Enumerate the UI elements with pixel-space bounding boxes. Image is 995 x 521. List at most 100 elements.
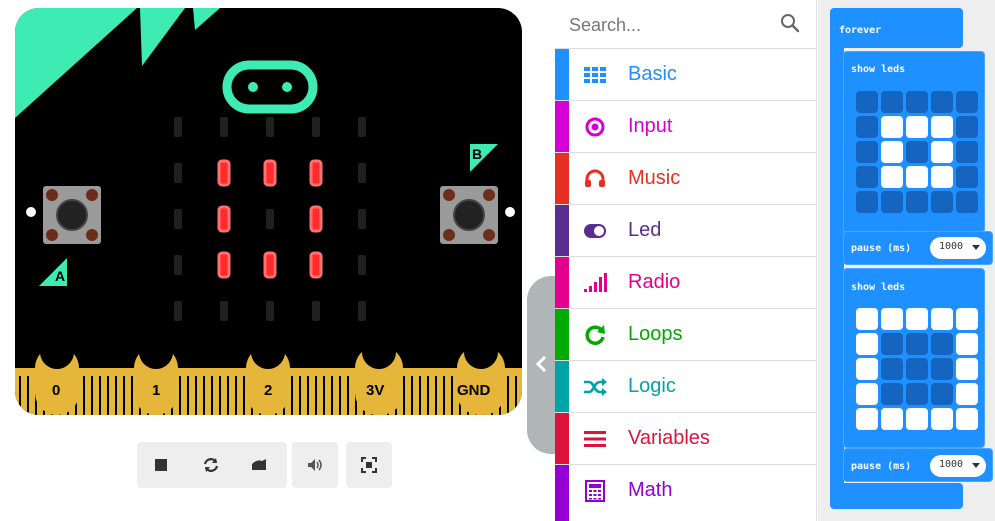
led-cell[interactable] xyxy=(881,333,903,355)
led-cell[interactable] xyxy=(931,308,953,330)
board-led xyxy=(358,117,366,137)
button-a[interactable] xyxy=(43,186,101,244)
led-cell[interactable] xyxy=(856,333,878,355)
pin-label-3v: 3V xyxy=(366,382,385,399)
led-cell[interactable] xyxy=(856,91,878,113)
button-b[interactable] xyxy=(440,186,498,244)
calculator-icon xyxy=(585,480,605,502)
led-cell[interactable] xyxy=(856,308,878,330)
led-cell[interactable] xyxy=(956,358,978,380)
pause-value-2: 1000 xyxy=(939,459,964,470)
pin-pad-0[interactable] xyxy=(35,335,79,415)
led-cell[interactable] xyxy=(856,383,878,405)
board-led xyxy=(220,117,228,137)
led-cell[interactable] xyxy=(856,166,878,188)
led-cell[interactable] xyxy=(906,408,928,430)
forever-block-spine xyxy=(830,40,844,495)
led-cell[interactable] xyxy=(881,383,903,405)
led-cell[interactable] xyxy=(956,408,978,430)
pause-value-dropdown-2[interactable]: 1000 xyxy=(930,455,986,477)
led-cell[interactable] xyxy=(906,191,928,213)
pin-pad-3[interactable] xyxy=(355,335,403,415)
led-cell[interactable] xyxy=(881,408,903,430)
restart-icon[interactable] xyxy=(201,455,221,475)
toolbox-search xyxy=(555,0,817,48)
pin-pad-4[interactable] xyxy=(457,335,505,415)
led-grid-1[interactable] xyxy=(856,91,978,213)
chevron-down-icon xyxy=(972,245,980,250)
search-input[interactable] xyxy=(569,12,769,38)
button-a-edge-marker xyxy=(26,207,36,217)
led-cell[interactable] xyxy=(956,141,978,163)
led-cell[interactable] xyxy=(881,308,903,330)
led-cell[interactable] xyxy=(881,191,903,213)
led-cell[interactable] xyxy=(906,116,928,138)
led-cell[interactable] xyxy=(856,141,878,163)
led-cell[interactable] xyxy=(881,358,903,380)
led-cell[interactable] xyxy=(956,166,978,188)
led-cell[interactable] xyxy=(931,116,953,138)
led-cell[interactable] xyxy=(856,116,878,138)
category-label: Led xyxy=(628,219,662,241)
collapse-simulator-button[interactable] xyxy=(527,276,555,454)
board-led xyxy=(174,117,182,137)
pin-label-0: 0 xyxy=(52,382,61,399)
stop-icon[interactable] xyxy=(151,455,171,475)
debug-icon[interactable] xyxy=(249,455,269,475)
category-input[interactable]: Input xyxy=(555,100,817,152)
led-cell[interactable] xyxy=(906,333,928,355)
category-logic[interactable]: Logic xyxy=(555,360,817,412)
led-cell[interactable] xyxy=(856,408,878,430)
led-cell[interactable] xyxy=(881,116,903,138)
mute-button[interactable] xyxy=(292,442,338,488)
led-cell[interactable] xyxy=(931,141,953,163)
toggle-icon xyxy=(584,224,606,238)
led-cell[interactable] xyxy=(906,383,928,405)
category-radio[interactable]: Radio xyxy=(555,256,817,308)
led-cell[interactable] xyxy=(881,141,903,163)
led-cell[interactable] xyxy=(956,191,978,213)
led-cell[interactable] xyxy=(931,191,953,213)
fullscreen-button[interactable] xyxy=(346,442,392,488)
pin-pad-2[interactable] xyxy=(246,335,290,415)
pin-pad-1[interactable] xyxy=(134,335,178,415)
led-cell[interactable] xyxy=(956,308,978,330)
category-math[interactable]: Math xyxy=(555,464,817,521)
category-basic[interactable]: Basic xyxy=(555,48,817,100)
grid-icon xyxy=(584,67,606,83)
chevron-down-icon xyxy=(972,463,980,468)
led-cell[interactable] xyxy=(906,358,928,380)
pause-value-dropdown-1[interactable]: 1000 xyxy=(930,237,986,259)
led-cell[interactable] xyxy=(906,166,928,188)
led-cell[interactable] xyxy=(956,91,978,113)
forever-block-footer xyxy=(830,483,963,509)
led-cell[interactable] xyxy=(881,166,903,188)
led-cell[interactable] xyxy=(856,358,878,380)
category-music[interactable]: Music xyxy=(555,152,817,204)
led-cell[interactable] xyxy=(956,116,978,138)
pause-label-1: pause (ms) xyxy=(851,243,912,254)
shuffle-icon xyxy=(584,378,607,396)
led-cell[interactable] xyxy=(906,91,928,113)
category-variables[interactable]: Variables xyxy=(555,412,817,464)
led-cell[interactable] xyxy=(931,91,953,113)
led-cell[interactable] xyxy=(956,383,978,405)
lines-icon xyxy=(584,431,606,447)
headphones-icon xyxy=(585,169,605,187)
category-led[interactable]: Led xyxy=(555,204,817,256)
board-led xyxy=(309,159,323,187)
led-cell[interactable] xyxy=(931,166,953,188)
search-icon[interactable] xyxy=(779,12,801,34)
led-cell[interactable] xyxy=(931,358,953,380)
led-grid-2[interactable] xyxy=(856,308,978,430)
led-cell[interactable] xyxy=(906,308,928,330)
led-cell[interactable] xyxy=(956,333,978,355)
category-label: Music xyxy=(628,167,681,189)
led-cell[interactable] xyxy=(931,383,953,405)
led-cell[interactable] xyxy=(906,141,928,163)
led-cell[interactable] xyxy=(931,408,953,430)
led-cell[interactable] xyxy=(856,191,878,213)
led-cell[interactable] xyxy=(881,91,903,113)
led-cell[interactable] xyxy=(931,333,953,355)
category-loops[interactable]: Loops xyxy=(555,308,817,360)
